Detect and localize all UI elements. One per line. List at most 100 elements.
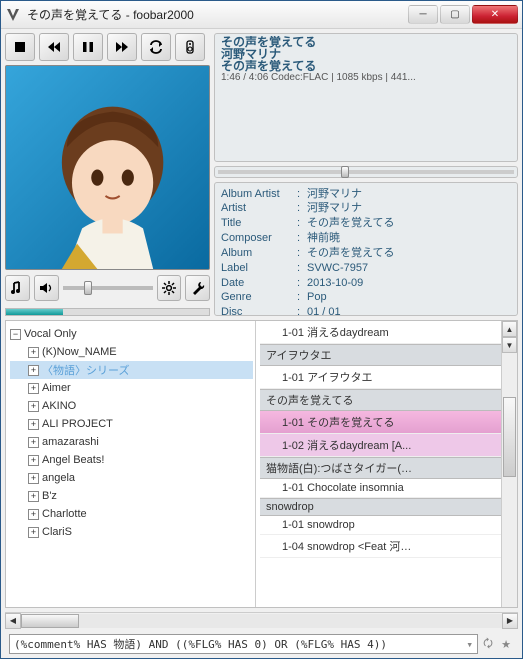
repeat-button[interactable] — [141, 33, 171, 61]
hscroll-thumb[interactable] — [21, 614, 79, 628]
settings-button[interactable] — [157, 275, 182, 301]
tree-expander[interactable]: + — [28, 437, 39, 448]
tree-item-label: Aimer — [42, 382, 71, 394]
tree-item[interactable]: +(K)Now_NAME — [10, 343, 253, 361]
hscroll-left-button[interactable]: ◀ — [5, 613, 21, 629]
tree-item[interactable]: +Charlotte — [10, 505, 253, 523]
tree-expander[interactable]: + — [28, 383, 39, 394]
album-art — [5, 65, 210, 270]
tree-item-label: 〈物語〉シリーズ — [42, 362, 129, 378]
playlist-scrollbar[interactable]: ▲ ▼ — [501, 321, 517, 607]
meta-label: Album — [221, 246, 297, 261]
seek-bar[interactable] — [214, 166, 518, 178]
titlebar: その声を覚えてる - foobar2000 ─ ▢ ✕ — [1, 1, 522, 29]
tree-expander[interactable]: + — [28, 473, 39, 484]
playlist-group[interactable]: 猫物語(白):つばさタイガー(… — [260, 457, 501, 479]
tree-root-label[interactable]: Vocal Only — [24, 328, 77, 340]
meta-value: 河野マリナ — [307, 187, 511, 202]
playlist[interactable]: 1-01 消えるdaydreamアイヲウタエ1-01 アイヲウタエその声を覚えて… — [260, 321, 501, 558]
scroll-down-button[interactable]: ▼ — [502, 337, 517, 353]
playlist-track[interactable]: 1-01 アイヲウタエ — [260, 366, 501, 389]
volume-button[interactable] — [34, 275, 59, 301]
bottom-bar: (%comment% HAS 物語) AND ((%FLG% HAS 0) OR… — [5, 632, 518, 656]
prev-button[interactable] — [39, 33, 69, 61]
tree-item-label: B'z — [42, 490, 57, 502]
app-icon — [5, 7, 21, 23]
pause-button[interactable] — [73, 33, 103, 61]
album-art-image — [6, 66, 209, 269]
scroll-thumb[interactable] — [503, 397, 516, 477]
playlist-group[interactable]: snowdrop — [260, 498, 501, 516]
tools-button[interactable] — [185, 275, 210, 301]
playlist-group[interactable]: その声を覚えてる — [260, 389, 501, 411]
meta-label: Title — [221, 216, 297, 231]
playlist-track[interactable]: 1-01 Chocolate insomnia — [260, 479, 501, 498]
tree-item[interactable]: +ALI PROJECT — [10, 415, 253, 433]
favorite-icon[interactable]: ★ — [498, 636, 514, 652]
scroll-up-button[interactable]: ▲ — [502, 321, 517, 337]
tree-expander[interactable]: + — [28, 509, 39, 520]
tree-item[interactable]: +angela — [10, 469, 253, 487]
tree-expander[interactable]: + — [28, 455, 39, 466]
meta-value: 神前暁 — [307, 231, 511, 246]
tree-item[interactable]: +〈物語〉シリーズ — [10, 361, 253, 379]
tree-item[interactable]: +ClariS — [10, 523, 253, 541]
playlist-group[interactable]: アイヲウタエ — [260, 344, 501, 366]
tree-item-label: (K)Now_NAME — [42, 346, 117, 358]
playlist-track[interactable]: 1-01 snowdrop — [260, 516, 501, 535]
meta-value: 01 / 01 — [307, 305, 511, 316]
app-window: その声を覚えてる - foobar2000 ─ ▢ ✕ — [0, 0, 523, 659]
tree-item[interactable]: +AKINO — [10, 397, 253, 415]
tree-expander[interactable]: + — [28, 419, 39, 430]
minimize-button[interactable]: ─ — [408, 5, 438, 24]
tree-item[interactable]: +amazarashi — [10, 433, 253, 451]
tree-expander[interactable]: + — [28, 365, 39, 376]
tree-item[interactable]: +Angel Beats! — [10, 451, 253, 469]
meta-label: Album Artist — [221, 187, 297, 202]
now-playing-panel: その声を覚えてる 河野マリナ その声を覚えてる 1:46 / 4:06 Code… — [214, 33, 518, 162]
playlist-track[interactable]: 1-02 消えるdaydream [A... — [260, 434, 501, 457]
refresh-icon[interactable]: 🗘 — [480, 636, 496, 652]
library-tree[interactable]: −Vocal Only+(K)Now_NAME+〈物語〉シリーズ+Aimer+A… — [6, 321, 256, 607]
tree-expander[interactable]: + — [28, 491, 39, 502]
volume-slider[interactable] — [63, 278, 153, 298]
tree-expander[interactable]: − — [10, 329, 21, 340]
meta-label: Date — [221, 276, 297, 291]
meta-value: 2013-10-09 — [307, 276, 511, 291]
meta-label: Disc — [221, 305, 297, 316]
tree-expander[interactable]: + — [28, 401, 39, 412]
tree-item-label: ClariS — [42, 526, 72, 538]
playlist-track[interactable]: 1-01 その声を覚えてる — [260, 411, 501, 434]
meta-label: Artist — [221, 201, 297, 216]
query-input[interactable]: (%comment% HAS 物語) AND ((%FLG% HAS 0) OR… — [9, 634, 478, 654]
tree-item[interactable]: +B'z — [10, 487, 253, 505]
stop-button[interactable] — [5, 33, 35, 61]
tree-item[interactable]: +Aimer — [10, 379, 253, 397]
meta-value: 河野マリナ — [307, 201, 511, 216]
next-button[interactable] — [107, 33, 137, 61]
content-area: その声を覚えてる 河野マリナ その声を覚えてる 1:46 / 4:06 Code… — [1, 29, 522, 658]
close-button[interactable]: ✕ — [472, 5, 518, 24]
hscroll-right-button[interactable]: ▶ — [502, 613, 518, 629]
tree-hscroll[interactable]: ◀ ▶ — [5, 612, 518, 628]
np-album: その声を覚えてる — [221, 60, 511, 72]
playlist-track[interactable]: 1-04 snowdrop <Feat 河… — [260, 535, 501, 558]
output-device-button[interactable] — [175, 33, 205, 61]
seek-thumb[interactable] — [341, 166, 349, 178]
tree-item-label: AKINO — [42, 400, 76, 412]
tree-item-label: Charlotte — [42, 508, 87, 520]
tree-item-label: angela — [42, 472, 75, 484]
np-title: その声を覚えてる — [221, 36, 511, 48]
tree-expander[interactable]: + — [28, 527, 39, 538]
metadata-panel: Album Artist:河野マリナArtist:河野マリナTitle:その声を… — [214, 182, 518, 317]
playlist-track[interactable]: 1-01 消えるdaydream — [260, 321, 501, 344]
maximize-button[interactable]: ▢ — [440, 5, 470, 24]
meta-label: Genre — [221, 290, 297, 305]
tree-item-label: amazarashi — [42, 436, 99, 448]
library-button[interactable] — [5, 275, 30, 301]
window-title: その声を覚えてる - foobar2000 — [27, 6, 406, 23]
tree-expander[interactable]: + — [28, 347, 39, 358]
meta-value: その声を覚えてる — [307, 246, 511, 261]
volume-thumb[interactable] — [84, 281, 92, 295]
lower-panes: −Vocal Only+(K)Now_NAME+〈物語〉シリーズ+Aimer+A… — [5, 320, 518, 608]
